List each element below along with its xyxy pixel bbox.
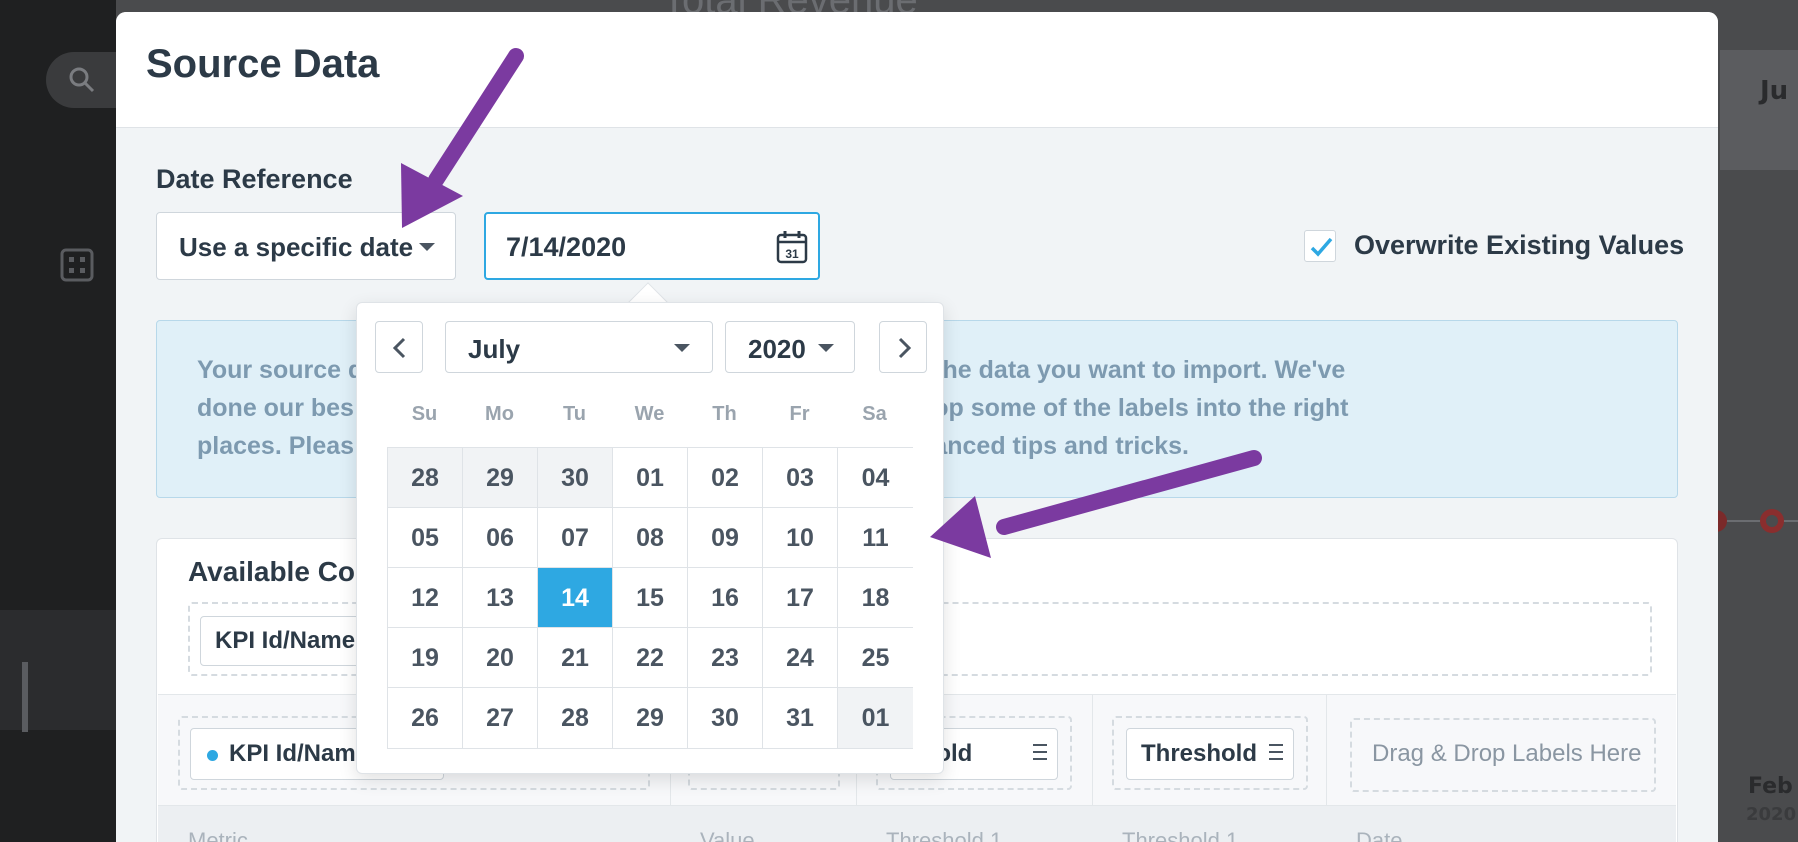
day-cell[interactable]: 16 xyxy=(688,568,763,628)
day-cell[interactable]: 24 xyxy=(763,628,838,688)
date-reference-label: Date Reference xyxy=(156,164,353,194)
empty-dropzone[interactable]: Drag & Drop Labels Here xyxy=(1350,718,1656,792)
status-dot-icon xyxy=(207,750,218,761)
month-select-value: July xyxy=(468,334,521,364)
date-mode-value: Use a specific date xyxy=(179,232,414,262)
day-cell[interactable]: 19 xyxy=(388,628,463,688)
day-cell[interactable]: 13 xyxy=(463,568,538,628)
weekday-label: Sa xyxy=(862,403,887,425)
overwrite-checkbox[interactable] xyxy=(1304,230,1336,262)
day-cell[interactable]: 04 xyxy=(838,448,913,508)
date-input-value: 7/14/2020 xyxy=(506,232,627,262)
overwrite-label[interactable]: Overwrite Existing Values xyxy=(1354,230,1684,261)
day-cell[interactable]: 01 xyxy=(613,448,688,508)
day-cell[interactable]: 21 xyxy=(538,628,613,688)
day-cell[interactable]: 12 xyxy=(388,568,463,628)
day-cell[interactable]: 22 xyxy=(613,628,688,688)
mapped-label-chip[interactable]: Threshold xyxy=(1126,728,1294,780)
table-header: Value xyxy=(700,828,755,842)
search-icon xyxy=(69,67,95,93)
modal-title: Source Data xyxy=(146,42,380,86)
drag-handle-icon[interactable] xyxy=(1269,744,1283,764)
day-grid: 28 29 30 01 02 03 04 05 06 07 08 09 10 11 12 13 14 15 16 17… xyxy=(387,447,913,749)
day-cell[interactable]: 28 xyxy=(388,448,463,508)
day-cell[interactable]: 10 xyxy=(763,508,838,568)
background-axis-year: 2020 xyxy=(1746,804,1797,825)
day-cell[interactable]: 31 xyxy=(763,688,838,748)
drag-handle-icon[interactable] xyxy=(1033,744,1047,764)
checkmark-icon xyxy=(1310,237,1333,257)
mapped-chip-label: Threshold xyxy=(1141,740,1258,767)
day-cell[interactable]: 25 xyxy=(838,628,913,688)
table-header-row: Metric Value Threshold 1 Threshold 1 Dat… xyxy=(158,806,1676,842)
weekday-label: Mo xyxy=(485,403,514,425)
dropzone-placeholder: Drag & Drop Labels Here xyxy=(1372,740,1642,767)
available-columns-title: Available Col xyxy=(188,556,363,587)
svg-text:31: 31 xyxy=(785,247,799,261)
day-cell[interactable]: 17 xyxy=(763,568,838,628)
table-header: Date xyxy=(1356,828,1403,842)
previous-month-button[interactable] xyxy=(375,321,423,373)
day-cell[interactable]: 01 xyxy=(838,688,913,748)
weekday-label: Tu xyxy=(563,403,586,425)
table-header: Threshold 1 xyxy=(1122,828,1239,842)
background-tab-label: Ju xyxy=(1760,76,1789,106)
dashboard-grid-icon xyxy=(60,248,94,282)
day-cell[interactable]: 20 xyxy=(463,628,538,688)
day-cell[interactable]: 03 xyxy=(763,448,838,508)
chevron-right-icon xyxy=(898,337,912,359)
chevron-down-icon xyxy=(674,344,690,352)
weekday-header: Su Mo Tu We Th Fr Sa xyxy=(387,403,913,427)
calendar-icon[interactable]: 31 xyxy=(776,230,808,264)
modal-header: Source Data xyxy=(116,12,1718,128)
day-cell[interactable]: 15 xyxy=(613,568,688,628)
background-chart-points xyxy=(1708,509,1798,533)
day-cell[interactable]: 29 xyxy=(463,448,538,508)
weekday-label: Th xyxy=(712,403,737,425)
day-cell[interactable]: 09 xyxy=(688,508,763,568)
table-header: Threshold 1 xyxy=(886,828,1003,842)
day-cell[interactable]: 11 xyxy=(838,508,913,568)
chevron-down-icon xyxy=(419,243,435,251)
day-cell[interactable]: 23 xyxy=(688,628,763,688)
month-select[interactable]: July xyxy=(445,321,713,373)
background-axis-month: Feb xyxy=(1748,774,1793,799)
weekday-label: We xyxy=(634,403,665,425)
chevron-down-icon xyxy=(818,344,834,352)
day-cell[interactable]: 29 xyxy=(613,688,688,748)
weekday-label: Fr xyxy=(789,403,810,425)
year-select-value: 2020 xyxy=(748,334,806,364)
day-cell[interactable]: 02 xyxy=(688,448,763,508)
sidebar-scrollbar xyxy=(22,662,28,732)
app-sidebar xyxy=(0,0,116,842)
mapped-chip-label: KPI Id/Nam xyxy=(229,740,356,767)
background-panel xyxy=(1720,50,1798,170)
day-cell[interactable]: 28 xyxy=(538,688,613,748)
chevron-left-icon xyxy=(392,337,406,359)
day-cell[interactable]: 08 xyxy=(613,508,688,568)
date-input[interactable]: 7/14/2020 31 xyxy=(484,212,820,280)
next-month-button[interactable] xyxy=(879,321,927,373)
day-cell-selected[interactable]: 14 xyxy=(538,568,613,628)
day-cell[interactable]: 18 xyxy=(838,568,913,628)
day-cell[interactable]: 27 xyxy=(463,688,538,748)
weekday-label: Su xyxy=(411,403,438,425)
year-select[interactable]: 2020 xyxy=(725,321,855,373)
day-cell[interactable]: 30 xyxy=(688,688,763,748)
datepicker: July 2020 Su Mo Tu We Th Fr Sa 28 29 30 01 02 03 04 0… xyxy=(356,302,944,774)
date-mode-select[interactable]: Use a specific date xyxy=(156,212,456,280)
day-cell[interactable]: 26 xyxy=(388,688,463,748)
sidebar-active-strip xyxy=(0,610,116,730)
day-cell[interactable]: 30 xyxy=(538,448,613,508)
day-cell[interactable]: 06 xyxy=(463,508,538,568)
table-header: Metric xyxy=(188,828,248,842)
day-cell[interactable]: 07 xyxy=(538,508,613,568)
day-cell[interactable]: 05 xyxy=(388,508,463,568)
